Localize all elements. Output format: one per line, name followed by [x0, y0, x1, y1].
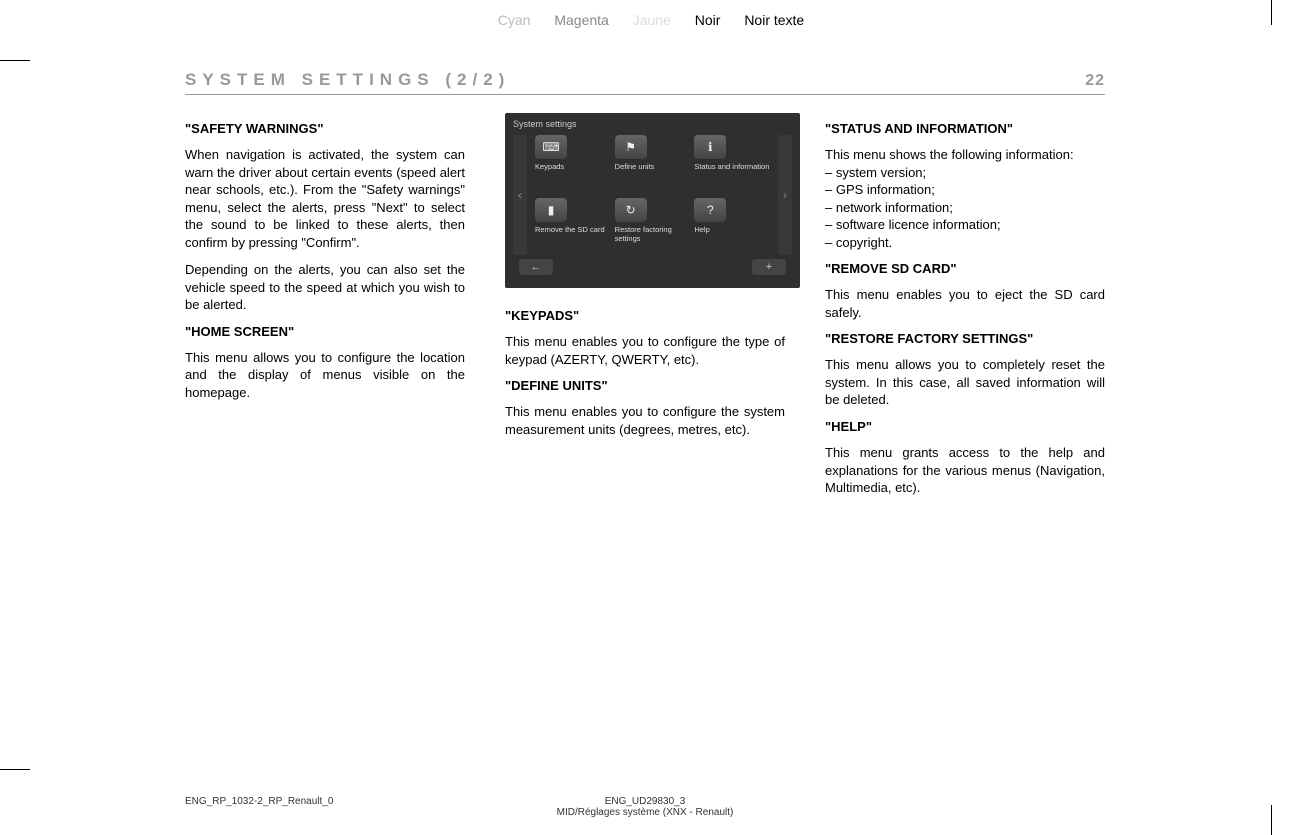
- color-cyan: Cyan: [498, 12, 531, 28]
- heading-restore-factory: "RESTORE FACTORY SETTINGS": [825, 331, 1105, 346]
- paragraph: When navigation is activated, the system…: [185, 146, 465, 251]
- column-2: System settings ‹ ⌨ Keypads ⚑ Define uni…: [505, 113, 785, 507]
- paragraph: This menu allows you to configure the lo…: [185, 349, 465, 402]
- paragraph: This menu shows the following informatio…: [825, 146, 1105, 164]
- device-footer: ← +: [513, 259, 792, 275]
- tile-keypads[interactable]: ⌨ Keypads: [535, 135, 611, 192]
- flag-icon: ⚑: [615, 135, 647, 159]
- column-3: "STATUS AND INFORMATION" This menu shows…: [825, 113, 1105, 507]
- color-separation-bar: Cyan Magenta Jaune Noir Noir texte: [0, 12, 1302, 28]
- header-rule: [185, 94, 1105, 95]
- help-icon: ?: [694, 198, 726, 222]
- info-icon: ℹ: [694, 135, 726, 159]
- tile-label: Help: [694, 226, 770, 244]
- tile-remove-sd[interactable]: ▮ Remove the SD card: [535, 198, 611, 255]
- tile-label: Define units: [615, 163, 691, 181]
- tile-label: Remove the SD card: [535, 226, 611, 244]
- list-item: – software licence information;: [825, 216, 1105, 234]
- sd-card-icon: ▮: [535, 198, 567, 222]
- heading-safety-warnings: "SAFETY WARNINGS": [185, 121, 465, 136]
- paragraph: This menu allows you to completely reset…: [825, 356, 1105, 409]
- tile-label: Status and information: [694, 163, 770, 181]
- tile-label: Restore factoring settings: [615, 226, 691, 244]
- footer-left: ENG_RP_1032-2_RP_Renault_0: [185, 796, 385, 818]
- keyboard-icon: ⌨: [535, 135, 567, 159]
- device-nav-left[interactable]: ‹: [513, 135, 527, 255]
- tile-define-units[interactable]: ⚑ Define units: [615, 135, 691, 192]
- heading-remove-sd: "REMOVE SD CARD": [825, 261, 1105, 276]
- heading-help: "HELP": [825, 419, 1105, 434]
- tile-restore-factory[interactable]: ↻ Restore factoring settings: [615, 198, 691, 255]
- columns: "SAFETY WARNINGS" When navigation is act…: [185, 113, 1105, 507]
- crop-mark: [1271, 805, 1272, 835]
- device-screenshot: System settings ‹ ⌨ Keypads ⚑ Define uni…: [505, 113, 800, 288]
- list-item: – GPS information;: [825, 181, 1105, 199]
- footer-right: [905, 796, 1105, 818]
- page-footer: ENG_RP_1032-2_RP_Renault_0 ENG_UD29830_3…: [185, 796, 1105, 818]
- device-back-button[interactable]: ←: [519, 259, 553, 275]
- device-body: ‹ ⌨ Keypads ⚑ Define units ℹ Status and: [513, 135, 792, 255]
- list-item: – network information;: [825, 199, 1105, 217]
- footer-center: ENG_UD29830_3 MID/Réglages système (XNX …: [385, 796, 905, 818]
- device-grid: ⌨ Keypads ⚑ Define units ℹ Status and in…: [531, 135, 774, 255]
- heading-keypads: "KEYPADS": [505, 308, 785, 323]
- device-nav-right[interactable]: ›: [778, 135, 792, 255]
- paragraph: This menu enables you to configure the t…: [505, 333, 785, 368]
- footer-center-line1: ENG_UD29830_3: [385, 796, 905, 807]
- color-jaune: Jaune: [633, 12, 671, 28]
- color-magenta: Magenta: [554, 12, 608, 28]
- list-item: – copyright.: [825, 234, 1105, 252]
- color-noir-texte: Noir texte: [744, 12, 804, 28]
- paragraph: This menu enables you to eject the SD ca…: [825, 286, 1105, 321]
- list-item: – system version;: [825, 164, 1105, 182]
- paragraph: Depending on the alerts, you can also se…: [185, 261, 465, 314]
- heading-define-units: "DEFINE UNITS": [505, 378, 785, 393]
- paragraph: This menu enables you to configure the s…: [505, 403, 785, 438]
- device-plus-button[interactable]: +: [752, 259, 786, 275]
- page-title: SYSTEM SETTINGS (2/2): [185, 70, 510, 90]
- tile-status-info[interactable]: ℹ Status and information: [694, 135, 770, 192]
- paragraph: This menu grants access to the help and …: [825, 444, 1105, 497]
- page-content: SYSTEM SETTINGS (2/2) 22 "SAFETY WARNING…: [185, 70, 1105, 507]
- column-1: "SAFETY WARNINGS" When navigation is act…: [185, 113, 465, 507]
- device-title: System settings: [513, 119, 792, 129]
- footer-center-line2: MID/Réglages système (XNX - Renault): [385, 807, 905, 818]
- heading-status-info: "STATUS AND INFORMATION": [825, 121, 1105, 136]
- tile-label: Keypads: [535, 163, 611, 181]
- tile-help[interactable]: ? Help: [694, 198, 770, 255]
- heading-home-screen: "HOME SCREEN": [185, 324, 465, 339]
- reset-icon: ↻: [615, 198, 647, 222]
- crop-mark: [0, 60, 30, 61]
- crop-mark: [0, 769, 30, 770]
- color-noir: Noir: [695, 12, 721, 28]
- page-header: SYSTEM SETTINGS (2/2) 22: [185, 70, 1105, 94]
- page-number: 22: [1085, 72, 1105, 90]
